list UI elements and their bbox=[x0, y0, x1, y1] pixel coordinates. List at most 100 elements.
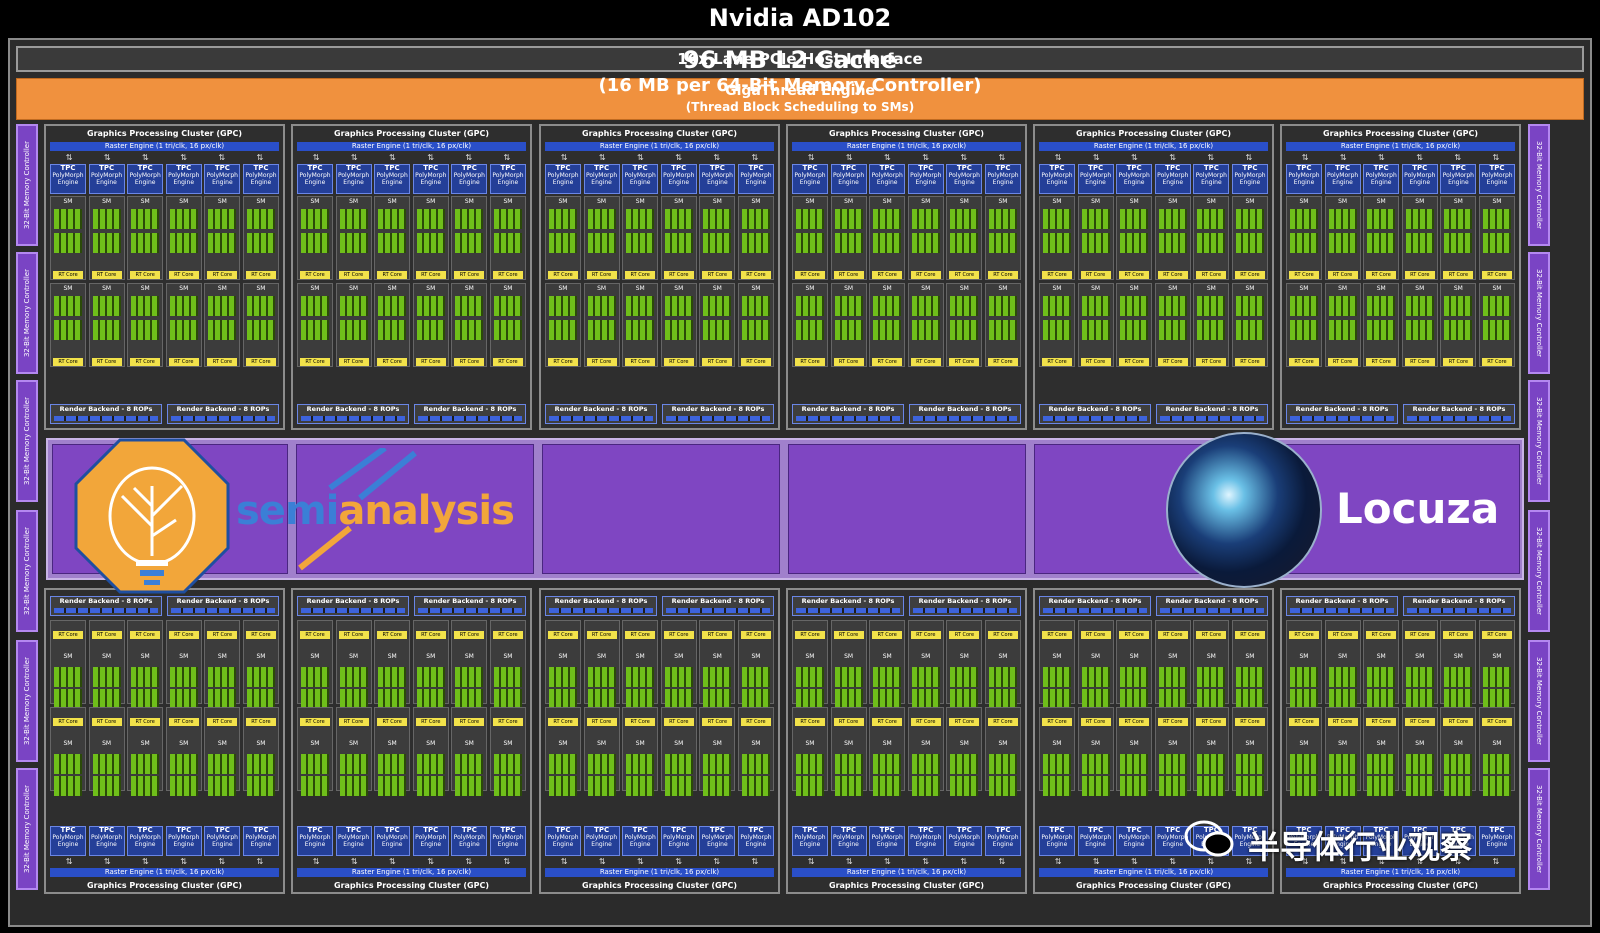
tpc-label: TPC bbox=[1049, 164, 1065, 172]
polymorph-engine-label: PolyMorph Engine bbox=[871, 834, 903, 848]
memory-controller-label: 32-Bit Memory Controller bbox=[23, 140, 31, 230]
cuda-cores bbox=[1482, 233, 1511, 253]
cuda-cores bbox=[169, 667, 198, 687]
arrow-icon: ⇅ bbox=[1454, 153, 1462, 162]
tpc-label: TPC bbox=[802, 826, 818, 834]
cuda-cores bbox=[378, 320, 407, 340]
rt-core: RT Core bbox=[872, 271, 903, 279]
memory-controller: 32-Bit Memory Controller bbox=[16, 124, 38, 246]
cuda-cores bbox=[339, 209, 368, 229]
cuda-cores bbox=[1405, 296, 1434, 316]
streaming-multiprocessor: SM RT Core bbox=[88, 707, 125, 796]
arrow-icon: ⇅ bbox=[1416, 153, 1423, 162]
memory-controller: 32-Bit Memory Controller bbox=[16, 640, 38, 762]
rt-core: RT Core bbox=[377, 271, 408, 279]
sm-label: SM bbox=[464, 198, 474, 205]
cuda-cores bbox=[950, 296, 979, 316]
raster-engine: Raster Engine (1 tri/clk, 16 px/clk) bbox=[545, 868, 774, 877]
rop-units bbox=[549, 608, 653, 613]
sm-label: SM bbox=[1091, 285, 1101, 292]
cuda-cores bbox=[796, 689, 824, 709]
sm-label: SM bbox=[1376, 653, 1386, 660]
sm-grid: SM RT Core SM RT Core SM RT Core SM RT Core SM RT… bbox=[545, 196, 774, 370]
streaming-multiprocessor: SM RT Core bbox=[545, 707, 581, 796]
streaming-multiprocessor: SM RT Core bbox=[869, 707, 906, 796]
sm-label: SM bbox=[349, 740, 359, 747]
tpc-label: TPC bbox=[253, 164, 269, 172]
cuda-cores bbox=[873, 776, 902, 796]
rt-core: RT Core bbox=[1080, 271, 1111, 279]
polymorph-engine-label: PolyMorph Engine bbox=[585, 834, 618, 848]
tpc-arrows: ⇅ ⇅ ⇅ ⇅ ⇅ ⇅ bbox=[297, 858, 526, 866]
render-backend: Render Backend - 8 ROPs bbox=[50, 596, 162, 616]
streaming-multiprocessor: SM RT Core bbox=[1363, 283, 1400, 367]
streaming-multiprocessor: SM RT Core bbox=[907, 620, 944, 709]
sm-label: SM bbox=[217, 740, 227, 747]
sm-label: SM bbox=[1492, 285, 1502, 292]
tpc-label: TPC bbox=[384, 164, 400, 172]
rt-core: RT Core bbox=[1366, 631, 1397, 639]
streaming-multiprocessor: SM RT Core bbox=[242, 283, 279, 367]
streaming-multiprocessor: SM RT Core bbox=[946, 283, 983, 367]
render-backend-row: Render Backend - 8 ROPs Render Backend - … bbox=[792, 596, 1021, 616]
tpc-label: TPC bbox=[137, 826, 153, 834]
rt-core: RT Core bbox=[833, 271, 864, 279]
tpc-sm-column: SM RT Core SM RT Core bbox=[545, 196, 581, 370]
tpc-sm-column: SM RT Core SM RT Core bbox=[583, 620, 620, 796]
cuda-cores bbox=[1290, 776, 1318, 796]
sm-label: SM bbox=[751, 198, 761, 205]
sm-label: SM bbox=[179, 285, 189, 292]
cuda-cores bbox=[169, 209, 198, 229]
sm-label: SM bbox=[102, 198, 112, 205]
tpc-sm-column: SM RT Core SM RT Core bbox=[242, 620, 279, 796]
arrow-icon: ⇅ bbox=[1378, 153, 1385, 162]
rt-core: RT Core bbox=[1234, 271, 1265, 279]
cuda-cores bbox=[1367, 320, 1396, 340]
polymorph-engine-label: PolyMorph Engine bbox=[415, 172, 447, 186]
sm-label: SM bbox=[674, 198, 684, 205]
cuda-cores bbox=[54, 233, 82, 253]
tpc-label: TPC bbox=[802, 164, 818, 172]
rt-core: RT Core bbox=[1157, 631, 1188, 639]
rt-core: RT Core bbox=[740, 358, 771, 366]
arrow-icon: ⇅ bbox=[256, 857, 264, 866]
gpc-block: Graphics Processing Cluster (GPC) Raster … bbox=[291, 124, 532, 430]
sm-label: SM bbox=[1453, 198, 1463, 205]
polymorph-engine-label: PolyMorph Engine bbox=[453, 172, 485, 186]
gigathread-subtitle: (Thread Block Scheduling to SMs) bbox=[685, 100, 915, 114]
cuda-cores bbox=[169, 776, 198, 796]
memory-controller-label: 32-Bit Memory Controller bbox=[1535, 784, 1543, 874]
arrow-icon: ⇅ bbox=[142, 857, 149, 866]
rt-core: RT Core bbox=[586, 271, 617, 279]
render-backend: Render Backend - 8 ROPs bbox=[545, 404, 657, 424]
arrow-icon: ⇅ bbox=[884, 153, 891, 162]
tpc-block: TPCPolyMorph Engine bbox=[1039, 164, 1075, 194]
polymorph-engine-label: PolyMorph Engine bbox=[299, 172, 331, 186]
tpc-label: TPC bbox=[500, 164, 516, 172]
sm-label: SM bbox=[805, 653, 815, 660]
tpc-sm-column: SM RT Core SM RT Core bbox=[335, 620, 372, 796]
raster-engine: Raster Engine (1 tri/clk, 16 px/clk) bbox=[1286, 868, 1515, 877]
sm-label: SM bbox=[1091, 198, 1101, 205]
cuda-cores bbox=[1235, 233, 1264, 253]
cuda-cores bbox=[911, 233, 940, 253]
polymorph-engine-label: PolyMorph Engine bbox=[376, 834, 408, 848]
cuda-cores bbox=[246, 776, 275, 796]
rt-core: RT Core bbox=[586, 718, 617, 726]
tpc-sm-column: SM RT Core SM RT Core bbox=[830, 196, 867, 370]
rt-core: RT Core bbox=[1080, 358, 1111, 366]
streaming-multiprocessor: SM RT Core bbox=[699, 283, 736, 367]
cuda-cores bbox=[1197, 320, 1226, 340]
render-backend-label: Render Backend - 8 ROPs bbox=[1165, 405, 1259, 413]
gpc-title: Graphics Processing Cluster (GPC) bbox=[334, 129, 489, 138]
tpc-sm-column: SM RT Core SM RT Core bbox=[1286, 196, 1322, 370]
cuda-cores bbox=[1043, 233, 1071, 253]
streaming-multiprocessor: SM RT Core bbox=[792, 707, 828, 796]
polymorph-engine-label: PolyMorph Engine bbox=[1195, 172, 1227, 186]
tpc-label: TPC bbox=[918, 164, 934, 172]
cuda-cores bbox=[1120, 667, 1149, 687]
rt-core: RT Core bbox=[1289, 358, 1319, 366]
rt-core: RT Core bbox=[872, 718, 903, 726]
render-backend-row: Render Backend - 8 ROPs Render Backend - … bbox=[297, 404, 526, 424]
render-backend-row: Render Backend - 8 ROPs Render Backend - … bbox=[545, 596, 774, 616]
